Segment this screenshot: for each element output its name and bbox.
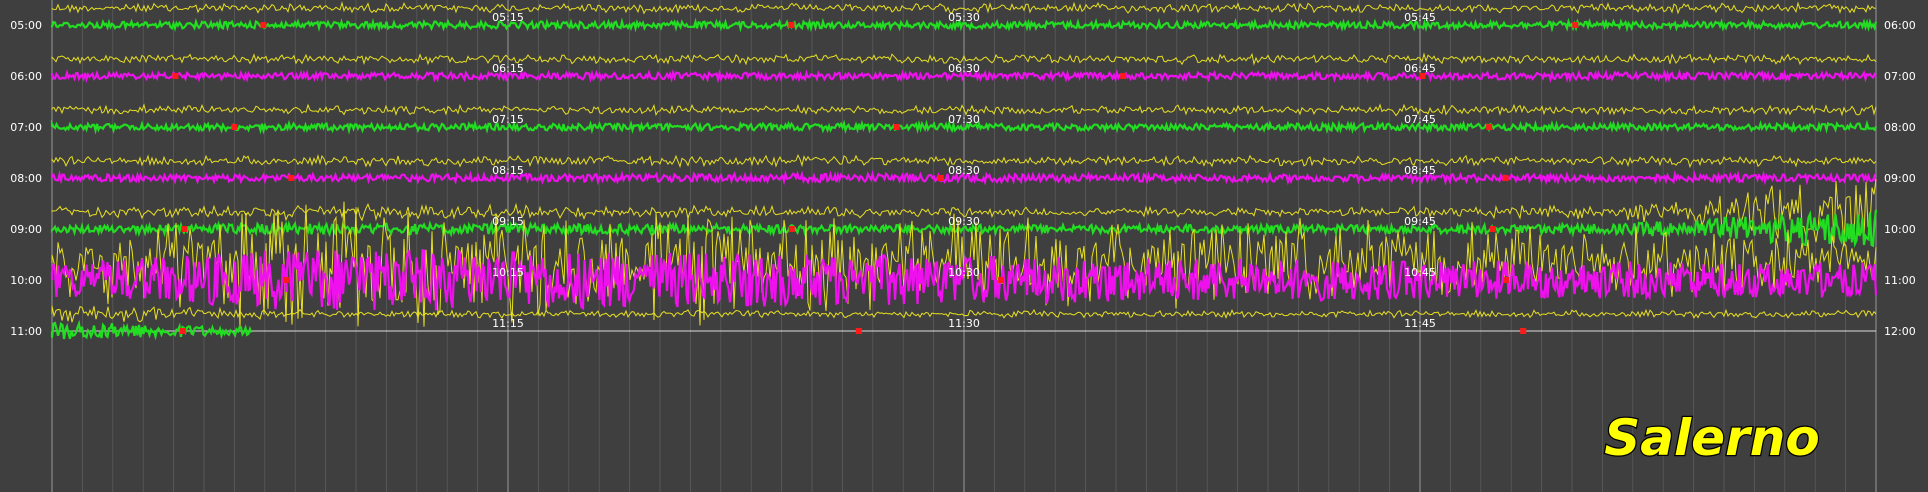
quarter-hour-label: 10:30 [948, 266, 980, 279]
event-marker [181, 226, 188, 232]
helicorder-plot: 05:00 06:00 05:15 05:30 05:45 06:00 07:00 06:15… [0, 0, 1928, 492]
row-end-label: 09:00 [1884, 172, 1916, 185]
event-marker [172, 73, 179, 79]
quarter-hour-label: 05:45 [1404, 11, 1436, 24]
quarter-hour-label: 08:15 [492, 164, 524, 177]
quarter-hour-label: 09:15 [492, 215, 524, 228]
quarter-hour-label: 08:30 [948, 164, 980, 177]
quarter-hour-label: 07:45 [1404, 113, 1436, 126]
row-start-label: 06:00 [10, 70, 42, 83]
event-marker [288, 175, 295, 181]
event-marker [179, 328, 186, 334]
row-start-label: 09:00 [10, 223, 42, 236]
quarter-hour-label: 05:15 [492, 11, 524, 24]
event-marker [1502, 175, 1509, 181]
quarter-hour-label: 06:15 [492, 62, 524, 75]
event-marker [282, 277, 289, 283]
quarter-hour-label: 11:30 [948, 317, 980, 330]
row-start-label: 08:00 [10, 172, 42, 185]
event-marker [788, 226, 795, 232]
event-marker [893, 124, 900, 130]
event-marker [1489, 226, 1496, 232]
row-start-label: 07:00 [10, 121, 42, 134]
event-marker [231, 124, 238, 130]
quarter-hour-label: 09:45 [1404, 215, 1436, 228]
quarter-hour-label: 05:30 [948, 11, 980, 24]
row-end-label: 10:00 [1884, 223, 1916, 236]
event-marker [1520, 328, 1527, 334]
quarter-hour-label: 11:15 [492, 317, 524, 330]
row-end-label: 11:00 [1884, 274, 1916, 287]
quarter-hour-label: 08:45 [1404, 164, 1436, 177]
row-end-label: 12:00 [1884, 325, 1916, 338]
event-marker [855, 328, 862, 334]
station-label: Salerno [1604, 409, 1819, 467]
event-marker [1120, 73, 1127, 79]
event-marker [260, 22, 267, 28]
row-start-label: 05:00 [10, 19, 42, 32]
quarter-hour-label: 07:15 [492, 113, 524, 126]
quarter-hour-label: 10:45 [1404, 266, 1436, 279]
quarter-hour-label: 07:30 [948, 113, 980, 126]
row-end-label: 08:00 [1884, 121, 1916, 134]
event-marker [1572, 22, 1579, 28]
quarter-hour-label: 09:30 [948, 215, 980, 228]
quarter-hour-label: 10:15 [492, 266, 524, 279]
event-marker [998, 277, 1005, 283]
quarter-hour-label: 11:45 [1404, 317, 1436, 330]
row-end-label: 06:00 [1884, 19, 1916, 32]
row-end-label: 07:00 [1884, 70, 1916, 83]
event-marker [1486, 124, 1493, 130]
row-start-label: 10:00 [10, 274, 42, 287]
event-marker [937, 175, 944, 181]
quarter-hour-label: 06:45 [1404, 62, 1436, 75]
event-marker [1503, 277, 1510, 283]
row-start-label: 11:00 [10, 325, 42, 338]
event-marker [788, 22, 795, 28]
quarter-hour-label: 06:30 [948, 62, 980, 75]
